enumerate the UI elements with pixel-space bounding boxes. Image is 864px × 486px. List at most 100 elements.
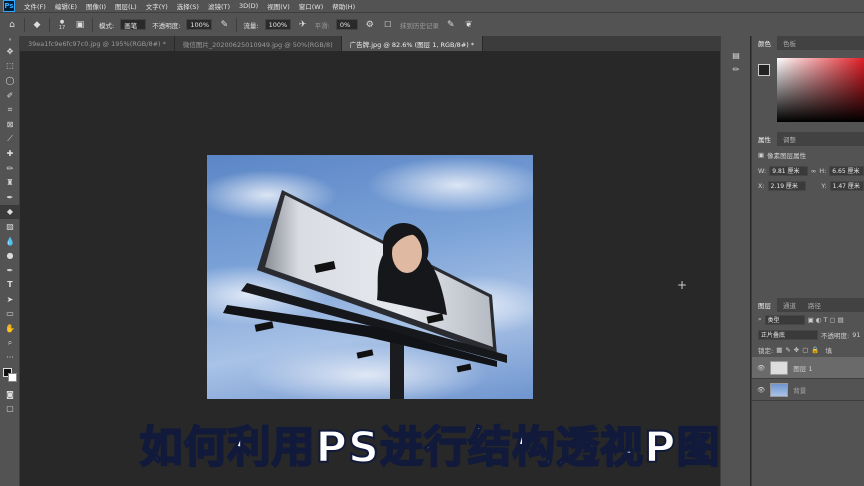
path-select-tool-icon[interactable]: ➤ bbox=[0, 292, 20, 307]
h-label: H: bbox=[819, 166, 827, 175]
pen-tool-icon[interactable]: ✒ bbox=[0, 263, 20, 278]
rectangle-tool-icon[interactable]: ▭ bbox=[0, 307, 20, 322]
brush-preset-picker[interactable]: ● 17 bbox=[56, 19, 68, 31]
zoom-tool-icon[interactable]: ⌕ bbox=[0, 336, 20, 351]
airbrush-icon[interactable]: ✈ bbox=[297, 19, 309, 31]
tab-channels[interactable]: 通道 bbox=[777, 298, 802, 312]
screen-mode-icon[interactable]: ▢ bbox=[0, 402, 20, 417]
menu-view[interactable]: 视图(V) bbox=[267, 1, 290, 11]
lock-label: 锁定: bbox=[758, 346, 774, 355]
layer-row[interactable]: 👁 图层 1 bbox=[752, 357, 864, 379]
brush-tool-icon[interactable]: ✏ bbox=[0, 161, 20, 176]
layer-thumbnail bbox=[770, 360, 789, 375]
divider bbox=[49, 17, 50, 32]
brush-settings-icon[interactable]: ▣ bbox=[74, 19, 86, 31]
menu-help[interactable]: 帮助(H) bbox=[332, 1, 355, 11]
clone-stamp-tool-icon[interactable]: ♜ bbox=[0, 175, 20, 190]
lasso-tool-icon[interactable]: ◯ bbox=[0, 73, 20, 88]
tab-paths[interactable]: 路径 bbox=[802, 298, 827, 312]
background-color[interactable] bbox=[8, 373, 17, 383]
layer-name[interactable]: 图层 1 bbox=[793, 363, 812, 373]
fg-bg-swatch[interactable] bbox=[758, 64, 770, 76]
tab-layers[interactable]: 图层 bbox=[752, 298, 777, 312]
type-tool-icon[interactable]: T bbox=[0, 278, 20, 293]
blur-tool-icon[interactable]: 💧 bbox=[0, 234, 20, 249]
layer-name[interactable]: 背景 bbox=[793, 385, 806, 395]
flow-field[interactable]: 100% bbox=[264, 19, 291, 30]
gradient-tool-icon[interactable]: ▨ bbox=[0, 219, 20, 234]
symmetry-icon[interactable]: ❦ bbox=[463, 19, 475, 31]
erase-history-checkbox[interactable]: ☐ bbox=[382, 19, 394, 31]
opacity-value[interactable]: 91 bbox=[852, 331, 860, 339]
eraser-tool-icon[interactable]: ◆ bbox=[31, 19, 43, 31]
width-field[interactable]: 9.81 厘米 bbox=[769, 165, 808, 176]
quick-select-tool-icon[interactable]: ✐ bbox=[0, 88, 20, 103]
eraser-tool-icon[interactable]: ◆ bbox=[0, 204, 20, 220]
pressure-opacity-icon[interactable]: ✎ bbox=[218, 19, 230, 31]
tools-panel: » ✥ ⬚ ◯ ✐ ⌗ ⊠ ⟋ ✚ ✏ ♜ ✒ ◆ ▨ 💧 ● ✒ T ➤ ▭ … bbox=[0, 36, 20, 486]
menu-3d[interactable]: 3D(D) bbox=[239, 2, 258, 10]
layer-filter-select[interactable]: 类型 bbox=[764, 314, 805, 325]
smoothing-field[interactable]: 0% bbox=[335, 19, 358, 30]
link-icon[interactable]: ∞ bbox=[811, 167, 816, 175]
eyedropper-tool-icon[interactable]: ⟋ bbox=[0, 132, 20, 147]
menu-layer[interactable]: 图层(L) bbox=[115, 1, 137, 11]
w-label: W: bbox=[758, 166, 767, 175]
opacity-label: 不透明度: bbox=[821, 331, 850, 340]
menu-image[interactable]: 图像(I) bbox=[86, 1, 106, 11]
history-panel-icon[interactable]: ▤ bbox=[721, 48, 751, 63]
tab-document-2[interactable]: 微信图片_20200625010949.jpg @ 50%(RGB/8) bbox=[174, 36, 342, 51]
tab-color[interactable]: 颜色 bbox=[752, 36, 777, 50]
visibility-eye-icon[interactable]: 👁 bbox=[757, 364, 765, 372]
lock-icons[interactable]: ▦✎✥▢🔒 bbox=[776, 346, 822, 354]
video-caption: 如何利用PS进行结构透视P图 bbox=[139, 422, 721, 474]
blend-row: 正片叠底 不透明度: 91 bbox=[752, 327, 864, 342]
move-tool-icon[interactable]: ✥ bbox=[0, 44, 20, 59]
frame-tool-icon[interactable]: ⊠ bbox=[0, 117, 20, 132]
height-field[interactable]: 6.65 厘米 bbox=[829, 165, 864, 176]
tab-document-1[interactable]: 39ea1fc9e6fc97c0.jpg @ 195%(RGB/8#) * bbox=[20, 36, 175, 51]
menu-type[interactable]: 文字(Y) bbox=[146, 1, 168, 11]
tab-properties[interactable]: 属性 bbox=[752, 132, 777, 146]
brush-size: 17 bbox=[58, 24, 66, 31]
more-tools-icon[interactable]: ··· bbox=[0, 350, 20, 365]
y-field[interactable]: 1.47 厘米 bbox=[829, 180, 864, 191]
color-picker bbox=[752, 50, 864, 132]
menu-window[interactable]: 窗口(W) bbox=[299, 1, 324, 11]
color-field[interactable] bbox=[777, 58, 864, 122]
color-swatches[interactable] bbox=[0, 365, 20, 387]
healing-brush-tool-icon[interactable]: ✚ bbox=[0, 146, 20, 161]
color-panel-tabs: 颜色 色板 bbox=[752, 36, 864, 50]
history-brush-tool-icon[interactable]: ✒ bbox=[0, 190, 20, 205]
filter-icons[interactable]: ▣◐T▢▤ bbox=[808, 316, 846, 324]
mode-select[interactable]: 画笔 bbox=[120, 19, 147, 30]
x-field[interactable]: 2.19 厘米 bbox=[767, 180, 806, 191]
tab-adjustments[interactable]: 调整 bbox=[777, 132, 802, 146]
mode-label: 模式: bbox=[99, 21, 115, 30]
brush-settings-panel-icon[interactable]: ✏ bbox=[721, 63, 751, 78]
marquee-tool-icon[interactable]: ⬚ bbox=[0, 59, 20, 74]
menu-filter[interactable]: 滤镜(T) bbox=[208, 1, 230, 11]
hand-tool-icon[interactable]: ✋ bbox=[0, 321, 20, 336]
menu-select[interactable]: 选择(S) bbox=[177, 1, 199, 11]
home-icon[interactable]: ⌂ bbox=[6, 19, 18, 31]
pressure-size-icon[interactable]: ✎ bbox=[445, 19, 457, 31]
opacity-field[interactable]: 100% bbox=[186, 19, 213, 30]
dodge-tool-icon[interactable]: ● bbox=[0, 248, 20, 263]
lock-row: 锁定: ▦✎✥▢🔒 填 bbox=[752, 342, 864, 357]
menu-file[interactable]: 文件(F) bbox=[24, 1, 46, 11]
gear-icon[interactable]: ⚙ bbox=[364, 19, 376, 31]
visibility-eye-icon[interactable]: 👁 bbox=[757, 386, 765, 394]
tab-document-3[interactable]: 广告牌.jpg @ 82.6% (图层 1, RGB/8#) * bbox=[341, 36, 484, 51]
layer-row[interactable]: 👁 背景 bbox=[752, 379, 864, 401]
blend-mode-select[interactable]: 正片叠底 bbox=[758, 329, 818, 340]
menu-bar: Ps 文件(F) 编辑(E) 图像(I) 图层(L) 文字(Y) 选择(S) 滤… bbox=[0, 0, 864, 12]
crop-tool-icon[interactable]: ⌗ bbox=[0, 102, 20, 117]
menu-edit[interactable]: 编辑(E) bbox=[55, 1, 77, 11]
smoothing-label: 平滑: bbox=[314, 21, 330, 30]
panel-grip[interactable]: » bbox=[0, 36, 20, 44]
quick-mask-icon[interactable]: ◙ bbox=[0, 387, 20, 402]
billboard-photo[interactable] bbox=[207, 155, 533, 399]
x-label: X: bbox=[758, 181, 765, 190]
tab-swatches[interactable]: 色板 bbox=[777, 36, 802, 50]
